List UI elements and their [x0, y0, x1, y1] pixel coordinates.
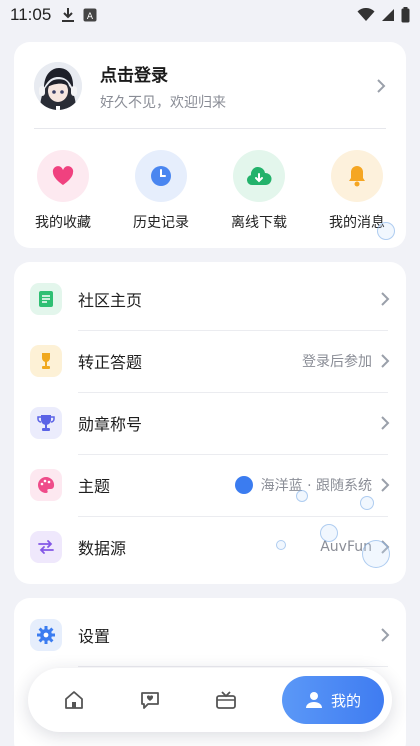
bottom-nav: 我的	[28, 668, 392, 732]
menu-divider	[78, 666, 388, 667]
svg-text:A: A	[87, 12, 94, 22]
menu-item-badges[interactable]: 勋章称号	[30, 392, 390, 454]
chevron-right-icon	[381, 628, 390, 642]
palette-icon	[30, 469, 62, 501]
chevron-right-icon	[381, 292, 390, 306]
decorative-bubble	[320, 524, 338, 542]
quick-offline-label: 离线下载	[231, 215, 287, 231]
quick-actions: 我的收藏 历史记录 离线下载 我的消息	[14, 150, 406, 232]
chevron-right-icon	[381, 478, 390, 492]
decorative-bubble	[276, 540, 286, 550]
person-icon	[305, 692, 322, 708]
menu-label-quiz: 转正答题	[78, 353, 143, 372]
menu-label-datasource: 数据源	[78, 539, 127, 558]
login-row[interactable]: 点击登录 好久不见，欢迎归来	[34, 62, 386, 111]
quick-history-label: 历史记录	[133, 215, 189, 231]
chevron-right-icon	[377, 79, 386, 93]
status-time: 11:05	[10, 5, 52, 24]
document-icon	[30, 283, 62, 315]
status-bar: 11:05 A	[0, 0, 420, 30]
menu-item-quiz[interactable]: 转正答题 登录后参加	[30, 330, 390, 392]
clock-icon	[135, 150, 187, 202]
nav-home[interactable]	[36, 676, 112, 724]
home-icon	[65, 691, 83, 709]
tv-icon	[216, 691, 236, 709]
decorative-bubble	[362, 540, 390, 568]
cloud-download-icon	[233, 150, 285, 202]
nav-media[interactable]	[188, 676, 264, 724]
menu-label-theme: 主题	[78, 477, 111, 496]
menu-item-community[interactable]: 社区主页	[30, 268, 390, 330]
menu-item-datasource[interactable]: 数据源 AuvFun	[30, 516, 390, 578]
quiz-status: 登录后参加	[302, 354, 372, 370]
trophy-icon	[30, 345, 62, 377]
cup-icon	[30, 407, 62, 439]
menu-label-community: 社区主页	[78, 291, 143, 310]
menu-label-badges: 勋章称号	[78, 415, 143, 434]
nav-community[interactable]	[112, 676, 188, 724]
heart-icon	[37, 150, 89, 202]
quick-history[interactable]: 历史记录	[112, 150, 210, 232]
signal-icon	[382, 9, 394, 21]
quick-favorites[interactable]: 我的收藏	[14, 150, 112, 232]
download-status-icon	[62, 8, 75, 22]
profile-divider	[34, 128, 386, 129]
avatar	[34, 62, 82, 110]
login-subtitle: 好久不见，欢迎归来	[100, 94, 226, 111]
chevron-right-icon	[381, 416, 390, 430]
nav-me[interactable]: 我的	[282, 676, 384, 724]
wifi-icon	[357, 8, 375, 21]
menu-item-settings[interactable]: 设置	[30, 604, 390, 666]
menu-item-theme[interactable]: 主题 海洋蓝 · 跟随系统	[30, 454, 390, 516]
swap-icon	[30, 531, 62, 563]
gear-icon	[30, 619, 62, 651]
battery-icon	[401, 7, 410, 23]
theme-value: 海洋蓝 · 跟随系统	[260, 478, 372, 494]
bell-icon	[331, 150, 383, 202]
decorative-bubble	[296, 490, 308, 502]
app-status-icon: A	[83, 8, 97, 22]
profile-card: 点击登录 好久不见，欢迎归来 我的收藏 历史记录 离线下载 我的消息	[14, 42, 406, 248]
menu-label-settings: 设置	[78, 627, 111, 646]
quick-offline[interactable]: 离线下载	[210, 150, 308, 232]
quick-favorites-label: 我的收藏	[35, 215, 91, 231]
decorative-bubble	[377, 222, 395, 240]
quick-messages[interactable]: 我的消息	[308, 150, 406, 232]
chevron-right-icon	[381, 354, 390, 368]
login-title: 点击登录	[100, 65, 168, 86]
nav-me-label: 我的	[330, 691, 361, 710]
theme-color-swatch	[234, 476, 253, 494]
menu-card: 社区主页 转正答题 登录后参加 勋章称号 主题 海洋蓝 · 跟随系统 数据源 A…	[14, 262, 406, 584]
chat-heart-icon	[141, 692, 159, 709]
decorative-bubble	[360, 496, 374, 510]
